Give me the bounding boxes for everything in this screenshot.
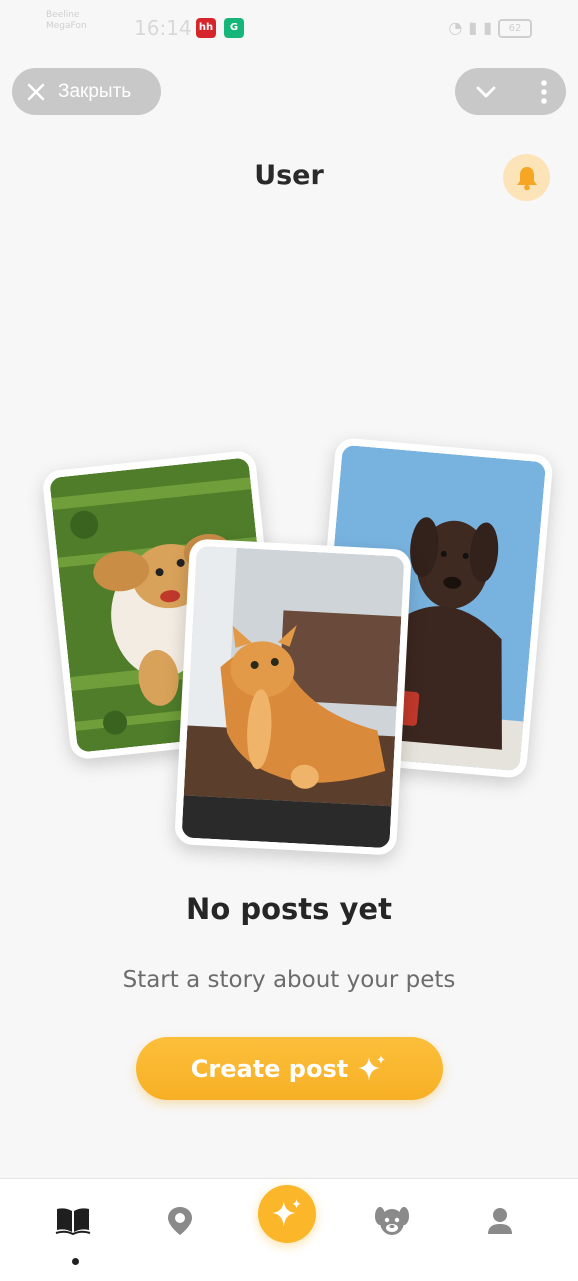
page-title: User <box>254 160 324 191</box>
user-icon <box>488 1208 512 1234</box>
grammarly-app-icon: G <box>224 18 244 38</box>
active-tab-indicator <box>72 1258 79 1265</box>
map-pin-icon <box>168 1207 192 1235</box>
carrier-line2: MegaFon <box>46 21 87 31</box>
dog-icon <box>375 1207 409 1235</box>
hh-app-icon: hh <box>196 18 216 38</box>
status-bar: Beeline MegaFon 16:14 hh G ◔▮▮ 62 <box>0 0 578 56</box>
empty-state-title: No posts yet <box>186 892 392 926</box>
more-options-icon[interactable] <box>540 79 548 104</box>
mini-app-menu <box>455 68 566 115</box>
empty-state-subtitle: Start a story about your pets <box>122 967 456 993</box>
battery-icon: 62 <box>498 19 532 38</box>
carrier-info: Beeline MegaFon <box>46 10 87 32</box>
sparkle-icon <box>358 1054 386 1081</box>
create-post-button[interactable]: Create post <box>136 1037 443 1100</box>
close-label: Закрыть <box>58 80 132 102</box>
create-post-label: Create post <box>190 1054 349 1083</box>
notifications-button[interactable] <box>503 154 550 201</box>
bottom-navigation <box>0 1178 578 1281</box>
cat-photo-card <box>174 538 412 856</box>
wifi-icon: ◔ <box>448 18 469 37</box>
system-icons: ◔▮▮ 62 <box>448 18 532 38</box>
bell-icon <box>516 166 537 190</box>
close-icon <box>27 83 45 100</box>
nav-map[interactable] <box>160 1201 200 1241</box>
nav-profile[interactable] <box>480 1201 520 1241</box>
signal-icon: ▮▮ <box>468 18 498 37</box>
close-button[interactable]: Закрыть <box>12 68 161 115</box>
chevron-down-icon[interactable] <box>475 81 497 103</box>
sparkle-icon <box>272 1199 301 1227</box>
orange-cat-image <box>181 545 405 849</box>
clock: 16:14 <box>134 16 192 40</box>
nav-create[interactable] <box>258 1185 316 1243</box>
nav-pets[interactable] <box>372 1201 412 1241</box>
book-icon <box>55 1208 91 1236</box>
carrier-line1: Beeline <box>46 10 80 20</box>
nav-feed[interactable] <box>53 1201 93 1241</box>
